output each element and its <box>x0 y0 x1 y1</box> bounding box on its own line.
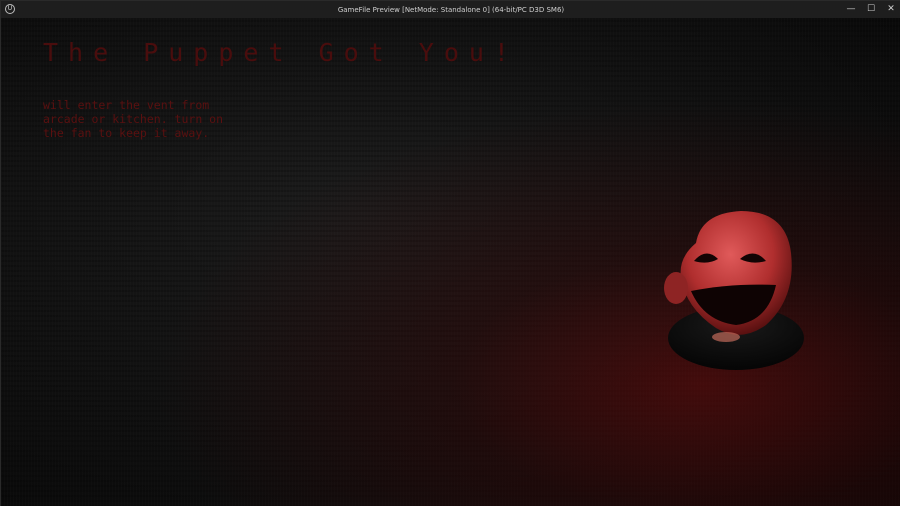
death-screen-title: The Puppet Got You! <box>43 38 519 67</box>
window-title: GameFile Preview [NetMode: Standalone 0]… <box>337 5 565 14</box>
game-window: U GameFile Preview [NetMode: Standalone … <box>0 0 900 506</box>
death-hint-text: will enter the vent from arcade or kitch… <box>43 98 224 140</box>
title-bar[interactable]: U GameFile Preview [NetMode: Standalone … <box>1 1 900 18</box>
game-viewport[interactable]: The Puppet Got You! will enter the vent … <box>1 18 900 506</box>
unreal-logo-icon: U <box>5 4 15 14</box>
minimize-button[interactable]: — <box>841 1 861 18</box>
puppet-chin <box>712 332 740 342</box>
puppet-mask-icon <box>664 211 804 370</box>
maximize-button[interactable]: ☐ <box>861 1 881 18</box>
window-controls: — ☐ ✕ <box>841 1 900 18</box>
close-button[interactable]: ✕ <box>881 1 900 18</box>
puppet-cheek <box>664 272 688 304</box>
